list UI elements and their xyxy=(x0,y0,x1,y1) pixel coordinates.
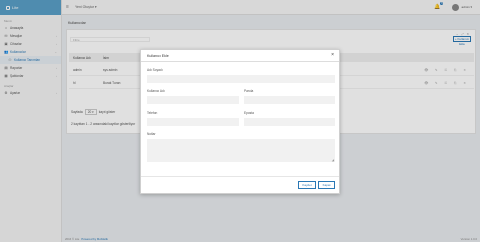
phone-label: Telefon xyxy=(147,111,158,115)
modal-header: Kullanıcı Ekle × xyxy=(141,50,339,62)
modal-title: Kullanıcı Ekle xyxy=(147,53,169,58)
username-label: Kullanıcı Adı xyxy=(147,89,165,93)
resize-handle-icon[interactable]: ◢ xyxy=(332,158,334,162)
notes-textarea[interactable]: ◢ xyxy=(147,139,335,162)
close-icon[interactable]: × xyxy=(331,53,334,58)
phone-input[interactable] xyxy=(147,118,239,126)
full-name-input[interactable] xyxy=(147,75,335,83)
modal-footer-divider xyxy=(141,176,339,177)
add-user-modal: Kullanıcı Ekle × Adı Soyadı Kullanıcı Ad… xyxy=(140,49,340,194)
full-name-label: Adı Soyadı xyxy=(147,68,163,72)
password-input[interactable] xyxy=(244,96,335,104)
close-button[interactable]: Kapat xyxy=(318,181,335,189)
notes-label: Notlar xyxy=(147,132,156,136)
email-label: Eposta xyxy=(244,111,254,115)
email-input[interactable] xyxy=(244,118,335,126)
password-label: Parola xyxy=(244,89,254,93)
username-input[interactable] xyxy=(147,96,239,104)
save-button[interactable]: Kaydet xyxy=(298,181,316,189)
